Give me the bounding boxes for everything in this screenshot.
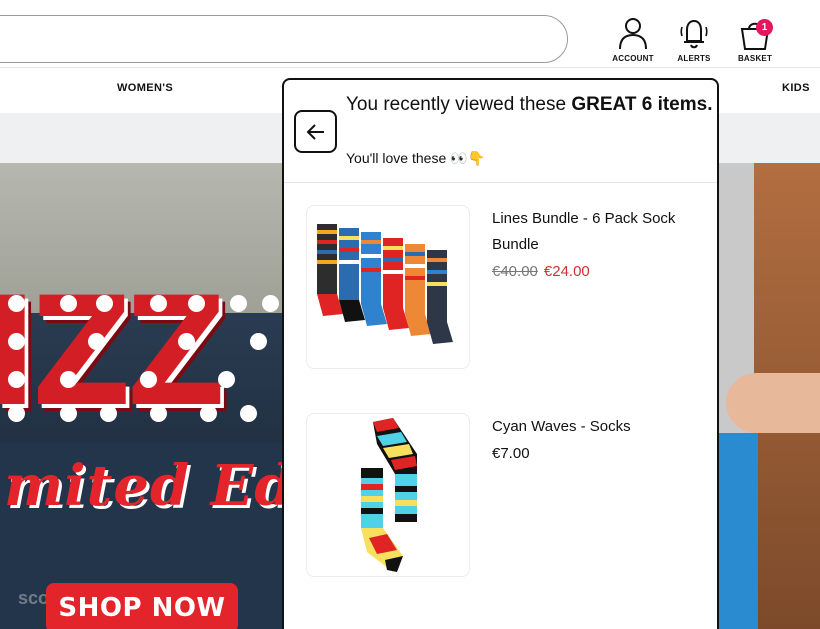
product-name[interactable]: Lines Bundle - 6 Pack Sock Bundle (492, 206, 712, 258)
shop-now-button[interactable]: SHOP NOW (46, 583, 238, 629)
product-image[interactable] (306, 413, 470, 577)
basket-count-badge: 1 (756, 19, 773, 36)
panel-subtitle: You'll love these 👀👇 (346, 150, 485, 166)
original-price: €40.00 (492, 263, 538, 280)
panel-title: You recently viewed these GREAT 6 items. (346, 91, 714, 118)
bell-icon (680, 19, 708, 49)
panel-title-suffix: items. (657, 94, 713, 115)
nav-item-kids[interactable]: KIDS (782, 82, 810, 94)
arrow-left-icon (306, 124, 324, 140)
basket-label: BASKET (737, 54, 773, 63)
sock-bundle-image (317, 224, 453, 344)
panel-title-count: GREAT 6 (571, 94, 653, 115)
model-arm (726, 373, 820, 433)
list-item[interactable]: Lines Bundle - 6 Pack Sock Bundle €40.00… (284, 205, 717, 375)
marquee-bulbs (0, 293, 290, 423)
account-label: ACCOUNT (612, 54, 654, 63)
product-name[interactable]: Cyan Waves - Socks (492, 414, 712, 440)
cyan-waves-socks-image (361, 418, 417, 572)
model-leggings (718, 433, 758, 629)
alerts-label: ALERTS (677, 54, 711, 63)
hero-model-image (718, 163, 820, 629)
basket-button[interactable]: 1 BASKET (725, 15, 785, 65)
list-item[interactable]: Cyan Waves - Socks €7.00 (284, 413, 717, 583)
account-button[interactable]: ACCOUNT (603, 15, 663, 65)
sale-price: €24.00 (543, 263, 590, 280)
user-icon (619, 18, 647, 50)
nav-item-womens[interactable]: WOMEN'S (117, 82, 173, 94)
alerts-button[interactable]: ALERTS (664, 15, 724, 65)
product-price: €40.00 €24.00 (492, 263, 590, 280)
panel-title-prefix: You recently viewed these (346, 94, 567, 115)
panel-divider (284, 182, 717, 183)
product-price: €7.00 (492, 445, 530, 462)
back-button[interactable] (294, 110, 337, 153)
product-image[interactable] (306, 205, 470, 369)
search-input[interactable] (0, 15, 568, 63)
site-header: ACCOUNT ALERTS 1 BASKET (0, 0, 820, 68)
recently-viewed-panel: You recently viewed these GREAT 6 items.… (282, 78, 719, 629)
